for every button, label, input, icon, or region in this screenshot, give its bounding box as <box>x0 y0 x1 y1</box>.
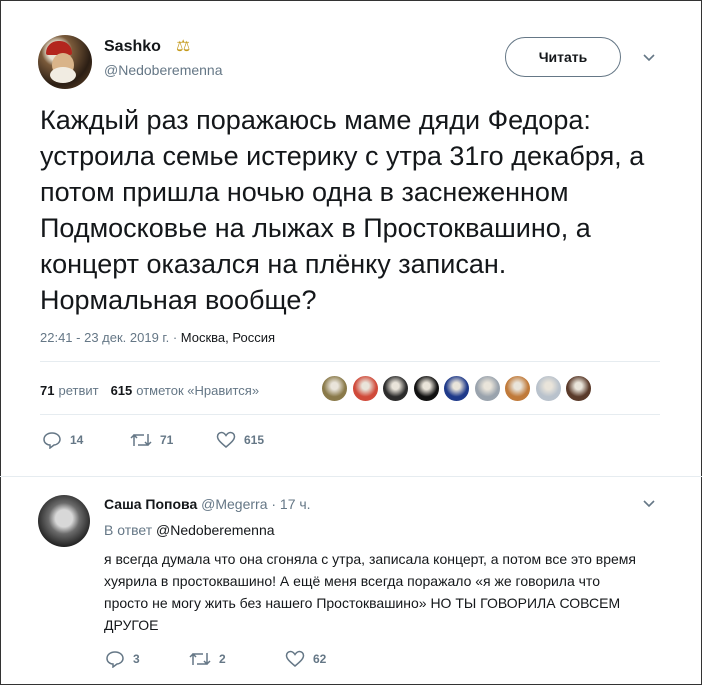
tweet-timestamp[interactable]: 22:41 - 23 дек. 2019 г. · Москва, Россия <box>40 330 275 345</box>
tweet-location[interactable]: Москва, Россия <box>181 330 275 345</box>
reply-mention-link[interactable]: @Nedoberemenna <box>156 522 275 538</box>
liker-avatar-2[interactable] <box>351 375 379 402</box>
like-action[interactable]: 615 <box>216 431 264 449</box>
divider <box>40 414 660 415</box>
like-action[interactable]: 62 <box>285 650 326 668</box>
liker-avatar-1[interactable] <box>321 375 348 402</box>
author-avatar[interactable] <box>38 35 92 89</box>
timestamp-separator: · <box>172 330 181 345</box>
tweet-actions: 14 71 615 <box>42 431 264 449</box>
reply-actions: 3 2 62 <box>105 650 326 668</box>
avatar-beard-shape <box>50 67 76 83</box>
reply-icon <box>43 432 61 449</box>
retweet-action[interactable]: 71 <box>130 432 216 448</box>
chevron-down-icon[interactable] <box>642 50 656 66</box>
liker-avatar-7[interactable] <box>504 375 531 402</box>
reply-author-name[interactable]: Саша Попова <box>104 496 197 512</box>
retweet-count: 2 <box>219 652 226 666</box>
retweets-count[interactable]: 71 <box>40 383 54 398</box>
divider <box>0 476 702 477</box>
tweet-text: Каждый раз поражаюсь маме дяди Федора: у… <box>40 105 645 315</box>
retweets-label[interactable]: ретвит <box>58 383 98 398</box>
retweet-icon <box>130 433 152 447</box>
chevron-down-icon[interactable] <box>642 496 656 512</box>
reply-action[interactable]: 3 <box>105 650 189 668</box>
reply-author-avatar[interactable] <box>38 495 90 547</box>
reply-icon <box>106 651 124 668</box>
reply-time[interactable]: · 17 ч. <box>271 496 310 512</box>
reply-header: Саша Попова @Megerra · 17 ч. <box>104 496 311 512</box>
reply-author-handle[interactable]: @Megerra <box>201 496 267 512</box>
reply-context: В ответ @Nedoberemenna <box>104 522 275 538</box>
retweet-count: 71 <box>160 433 174 447</box>
liker-avatar-3[interactable] <box>382 375 409 402</box>
likes-count[interactable]: 615 <box>111 383 133 398</box>
scales-icon: ⚖ <box>176 38 191 55</box>
likers-avatars <box>321 375 596 402</box>
retweet-action[interactable]: 2 <box>189 651 285 667</box>
liker-avatar-4[interactable] <box>412 375 440 402</box>
like-count: 62 <box>313 652 327 666</box>
liker-avatar-6[interactable] <box>473 375 501 402</box>
liker-avatar-5[interactable] <box>443 375 470 402</box>
heart-icon <box>285 650 305 667</box>
follow-button[interactable]: Читать <box>505 37 621 77</box>
author-name[interactable]: Sashko <box>104 38 161 56</box>
tweet-stats: 71 ретвит 615 отметок «Нравится» <box>40 378 271 402</box>
author-handle[interactable]: @Nedoberemenna <box>104 62 223 78</box>
reply-text: я всегда думала что она сгоняла с утра, … <box>104 551 636 633</box>
heart-icon <box>216 431 236 448</box>
retweet-icon <box>189 652 211 666</box>
liker-avatar-8[interactable] <box>534 375 562 402</box>
reply-count: 3 <box>133 652 140 666</box>
like-count: 615 <box>244 433 265 447</box>
reply-count: 14 <box>70 433 84 447</box>
liker-avatar-9[interactable] <box>565 375 592 402</box>
divider <box>40 361 660 362</box>
likes-label[interactable]: отметок «Нравится» <box>136 383 259 398</box>
reply-context-prefix: В ответ <box>104 522 153 538</box>
reply-action[interactable]: 14 <box>42 431 130 449</box>
timestamp-text[interactable]: 22:41 - 23 дек. 2019 г. <box>40 330 169 345</box>
